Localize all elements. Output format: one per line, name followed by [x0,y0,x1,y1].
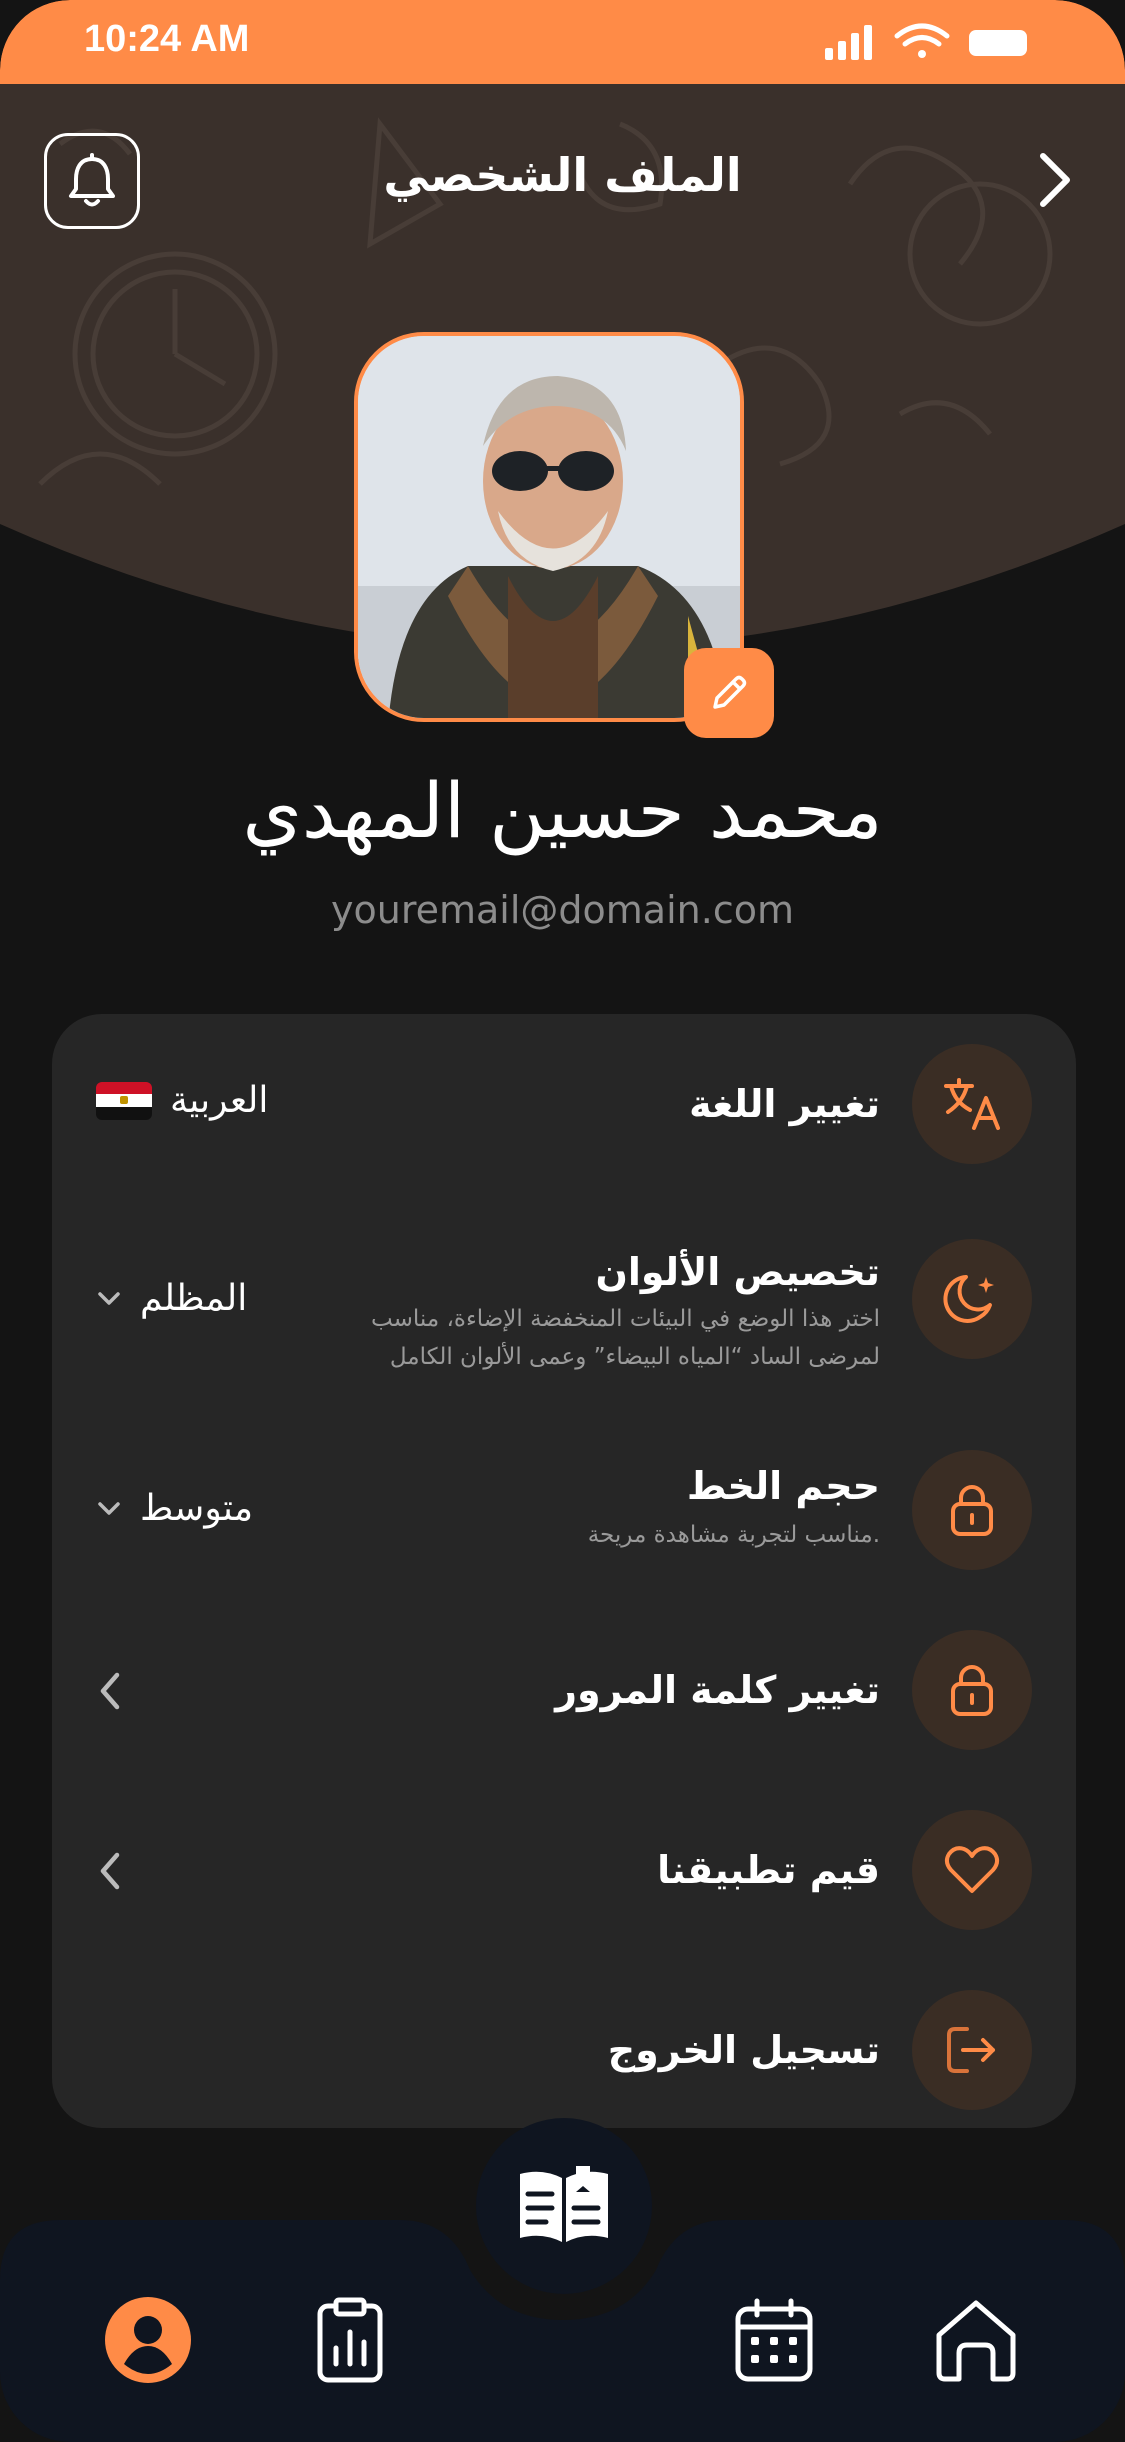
settings-title-font-size: حجم الخط [686,1464,880,1508]
notifications-button[interactable] [44,133,140,229]
font-size-icon-circle [912,1450,1032,1570]
settings-desc-colors-line1: اختر هذا الوضع في البيئات المنخفضة الإضا… [371,1306,880,1332]
home-icon [936,2300,1016,2382]
lock-icon [951,1665,993,1716]
user-name: محمد حسين المهدي [242,766,883,855]
nav-home[interactable] [926,2290,1026,2390]
bell-icon [69,153,115,207]
page-title: الملف الشخصي [383,148,742,202]
chevron-down-icon [98,1291,120,1305]
settings-row-colors[interactable]: تخصيص الألوان اختر هذا الوضع في البيئات … [52,1194,1076,1404]
translate-icon [944,1078,1000,1130]
settings-desc-colors: اختر هذا الوضع في البيئات المنخفضة الإضا… [320,1300,880,1376]
font-size-value: متوسط [140,1488,254,1529]
signal-icon [825,25,872,60]
settings-title-colors: تخصيص الألوان [595,1250,880,1294]
edit-photo-button[interactable] [684,648,774,738]
center-book-button[interactable] [476,2118,652,2294]
logout-icon [947,2027,995,2073]
settings-row-logout[interactable]: تسجيل الخروج [52,1944,1076,2128]
settings-desc-colors-line2: لمرضى الساد “المياه البيضاء” وعمى الألوا… [389,1344,880,1370]
settings-title-logout: تسجيل الخروج [607,2028,880,2072]
book-icon [520,2166,608,2242]
settings-row-font-size[interactable]: حجم الخط مناسب لتجربة مشاهدة مريحة. متوس… [52,1404,1076,1584]
rate-icon-circle [912,1810,1032,1930]
phone-screen: 10:24 AM الملف الشخصي محمد حسين المهدي y… [0,0,1125,2442]
back-button[interactable] [1025,148,1085,212]
battery-icon [969,30,1027,56]
nav-reports[interactable] [300,2290,400,2390]
password-icon-circle [912,1630,1032,1750]
lock-icon [951,1485,993,1536]
nav-profile[interactable] [98,2290,198,2390]
user-email: youremail@domain.com [331,888,794,932]
colors-icon-circle [912,1239,1032,1359]
status-bar: 10:24 AM [0,0,1125,84]
language-value-text: العربية [170,1080,269,1121]
status-time: 10:24 AM [84,18,250,60]
chevron-left-icon [100,1672,120,1710]
nav-calendar[interactable] [724,2290,824,2390]
settings-card: تغيير اللغة العربية تخصيص الألوان اختر ه… [52,1014,1076,2128]
wifi-icon [894,23,950,58]
colors-dropdown[interactable]: المظلم [96,1278,247,1319]
report-icon [317,2297,383,2383]
moon-icon [943,1275,994,1323]
pencil-icon [713,675,747,709]
heart-icon [944,1846,1000,1893]
colors-value: المظلم [140,1278,248,1319]
settings-desc-font-size: مناسب لتجربة مشاهدة مريحة. [587,1522,880,1548]
logout-icon-circle [912,1990,1032,2110]
settings-title-language: تغيير اللغة [689,1082,880,1126]
settings-row-rate[interactable]: قيم تطبيقنا [52,1764,1076,1944]
egypt-flag-icon [96,1081,152,1120]
font-size-dropdown[interactable]: متوسط [96,1488,253,1529]
settings-title-rate: قيم تطبيقنا [657,1848,880,1892]
language-value: العربية [96,1080,268,1121]
chevron-left-icon [100,1852,120,1890]
settings-row-password[interactable]: تغيير كلمة المرور [52,1584,1076,1764]
status-icons [825,23,1027,60]
settings-title-password: تغيير كلمة المرور [555,1668,880,1712]
settings-row-language[interactable]: تغيير اللغة العربية [52,1014,1076,1194]
password-chevron [90,1666,130,1716]
profile-icon [105,2297,191,2383]
calendar-icon [735,2298,813,2382]
rate-chevron [90,1846,130,1896]
chevron-down-icon [98,1501,120,1515]
chevron-right-icon [1040,153,1070,207]
language-icon-circle [912,1044,1032,1164]
